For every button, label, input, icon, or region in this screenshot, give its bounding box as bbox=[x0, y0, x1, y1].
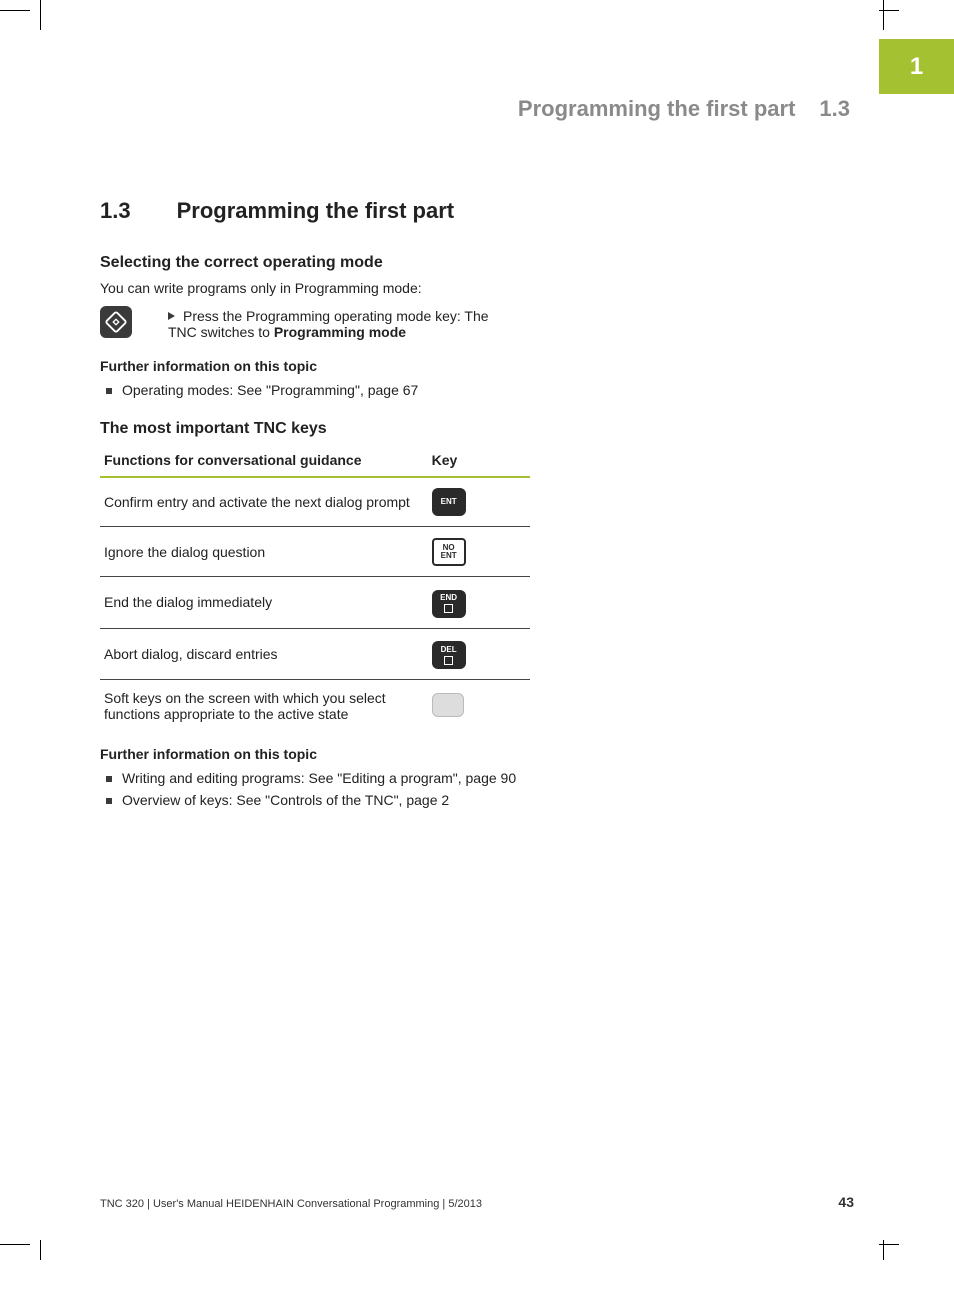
end-key-icon: END bbox=[432, 590, 466, 618]
table-desc: End the dialog immediately bbox=[100, 577, 428, 629]
subheading-tnc-keys: The most important TNC keys bbox=[100, 420, 860, 438]
content-area: 1.3 Programming the first part Selecting… bbox=[100, 198, 860, 830]
crop-mark bbox=[883, 0, 884, 30]
crop-mark bbox=[0, 1244, 30, 1245]
subheading-selecting-mode: Selecting the correct operating mode bbox=[100, 254, 860, 272]
header-section-number: 1.3 bbox=[819, 96, 850, 122]
table-key: ENT bbox=[428, 477, 530, 527]
table-row: End the dialog immediately END bbox=[100, 577, 530, 629]
programming-mode-key-icon bbox=[100, 306, 132, 338]
tnc-keys-table: Functions for conversational guidance Ke… bbox=[100, 446, 530, 732]
table-row: Ignore the dialog question NOENT bbox=[100, 527, 530, 577]
table-desc: Abort dialog, discard entries bbox=[100, 628, 428, 680]
chapter-tab: 1 bbox=[879, 39, 954, 94]
ent-key-icon: ENT bbox=[432, 488, 466, 516]
table-key: DEL bbox=[428, 628, 530, 680]
page-footer: TNC 320 | User's Manual HEIDENHAIN Conve… bbox=[100, 1194, 854, 1210]
page-number: 43 bbox=[838, 1194, 854, 1210]
table-key: END bbox=[428, 577, 530, 629]
crop-mark bbox=[0, 10, 30, 11]
further-info-heading-2: Further information on this topic bbox=[100, 746, 860, 762]
instruction-text: Press the Programming operating mode key… bbox=[168, 306, 518, 340]
arrow-icon bbox=[168, 312, 175, 320]
running-header: Programming the first part 1.3 bbox=[518, 96, 850, 122]
table-header-key: Key bbox=[428, 446, 530, 477]
table-row: Abort dialog, discard entries DEL bbox=[100, 628, 530, 680]
del-key-icon: DEL bbox=[432, 641, 466, 669]
instruction-row: Press the Programming operating mode key… bbox=[100, 306, 860, 340]
crop-mark bbox=[40, 0, 41, 30]
crop-mark bbox=[40, 1240, 41, 1260]
instruction-bold: Programming mode bbox=[274, 324, 406, 340]
section-heading: 1.3 Programming the first part bbox=[100, 198, 860, 224]
list-item: Operating modes: See "Programming", page… bbox=[100, 382, 540, 398]
table-key bbox=[428, 680, 530, 733]
crop-mark bbox=[879, 10, 899, 11]
table-key: NOENT bbox=[428, 527, 530, 577]
section-title: Programming the first part bbox=[177, 198, 454, 224]
further-info-heading-1: Further information on this topic bbox=[100, 358, 860, 374]
intro-text: You can write programs only in Programmi… bbox=[100, 280, 860, 296]
table-header-functions: Functions for conversational guidance bbox=[100, 446, 428, 477]
table-row: Confirm entry and activate the next dial… bbox=[100, 477, 530, 527]
further-info-list-1: Operating modes: See "Programming", page… bbox=[100, 382, 860, 398]
header-title: Programming the first part bbox=[518, 96, 795, 122]
no-ent-key-icon: NOENT bbox=[432, 538, 466, 566]
table-row: Soft keys on the screen with which you s… bbox=[100, 680, 530, 733]
footer-text: TNC 320 | User's Manual HEIDENHAIN Conve… bbox=[100, 1198, 482, 1210]
further-info-list-2: Writing and editing programs: See "Editi… bbox=[100, 770, 860, 808]
table-desc: Soft keys on the screen with which you s… bbox=[100, 680, 428, 733]
section-number: 1.3 bbox=[100, 198, 131, 224]
crop-mark bbox=[883, 1240, 884, 1260]
list-item: Overview of keys: See "Controls of the T… bbox=[100, 792, 540, 808]
softkey-icon bbox=[432, 693, 464, 717]
table-desc: Ignore the dialog question bbox=[100, 527, 428, 577]
list-item: Writing and editing programs: See "Editi… bbox=[100, 770, 540, 786]
crop-mark bbox=[879, 1244, 899, 1245]
page: 1 Programming the first part 1.3 1.3 Pro… bbox=[0, 0, 954, 1315]
table-desc: Confirm entry and activate the next dial… bbox=[100, 477, 428, 527]
